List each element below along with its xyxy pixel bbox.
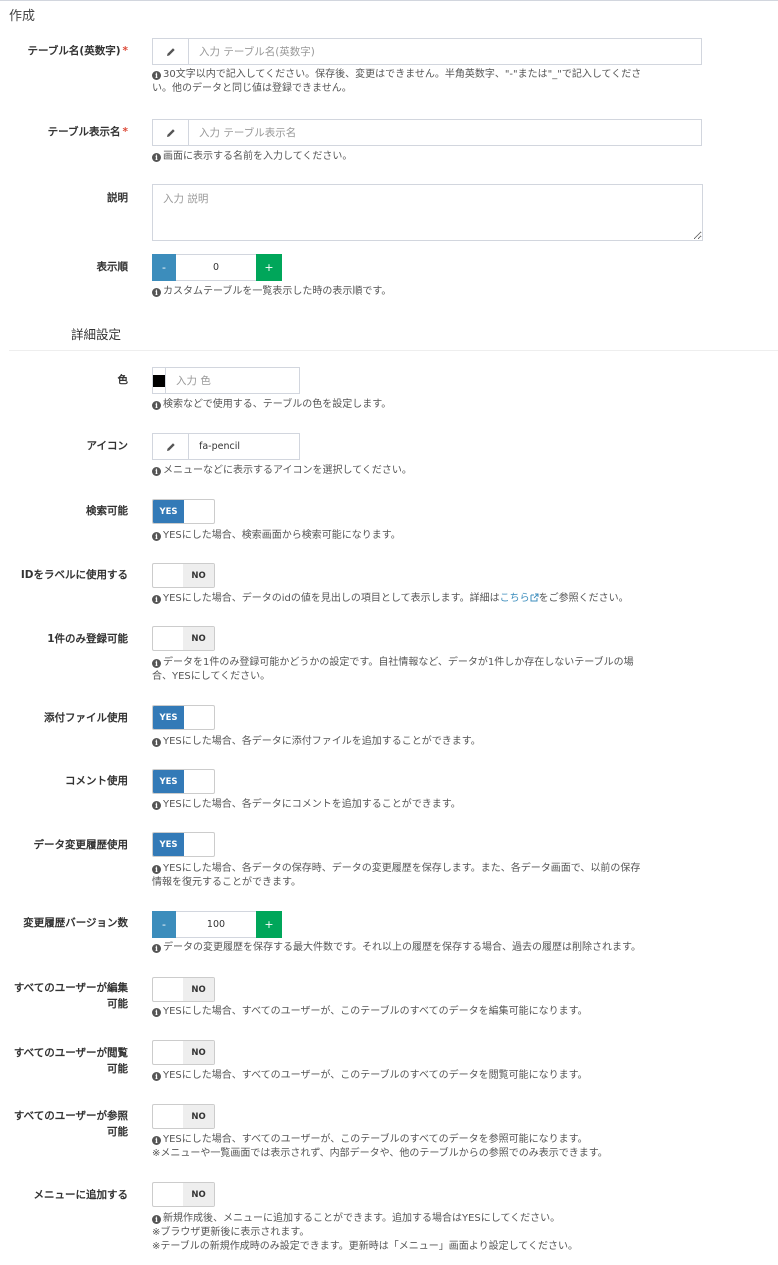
table-view-name-label: テーブル表示名 *: [47, 126, 129, 138]
toggle-yes: YES: [153, 706, 184, 729]
searchable-toggle[interactable]: YES: [152, 499, 215, 524]
info-icon: i: [152, 595, 161, 604]
order-help: i カスタムテーブルを一覧表示した時の表示順です。: [152, 285, 712, 299]
one-record-help: i データを1件のみ登録可能かどうかの設定です。自社情報など、データが1件しか存在…: [152, 657, 634, 682]
revision-label: データ変更履歴使用: [33, 839, 129, 851]
description-label: 説明: [107, 192, 128, 204]
color-label: 色: [117, 374, 129, 386]
revision-count-label: 変更履歴バージョン数: [23, 917, 128, 929]
toggle-yes: YES: [153, 500, 184, 523]
icon-input[interactable]: fa-pencil: [189, 434, 299, 459]
id-label-toggle[interactable]: NO: [152, 563, 215, 588]
attachment-toggle[interactable]: YES: [152, 705, 215, 730]
id-label-help: i YESにした場合、データのidの値を見出しの項目として表示します。詳細はこちら…: [152, 592, 712, 606]
info-icon: i: [152, 1136, 161, 1145]
order-value[interactable]: 0: [176, 254, 256, 281]
info-icon: i: [152, 1215, 161, 1224]
external-link-icon: [530, 593, 539, 602]
required-mark: *: [122, 45, 129, 57]
order-label: 表示順: [96, 261, 129, 273]
info-icon: i: [152, 801, 161, 810]
add-menu-help: i 新規作成後、メニューに追加することができます。追加する場合はYESにしてくださ…: [152, 1213, 578, 1252]
box-top-border: [0, 0, 778, 1]
order-plus-button[interactable]: +: [256, 254, 282, 281]
one-record-label: 1件のみ登録可能: [47, 633, 128, 645]
pencil-icon: [153, 434, 189, 459]
all-reference-toggle[interactable]: NO: [152, 1104, 215, 1129]
table-name-help: i 30文字以内で記入してください。保存後、変更はできません。半角英数字、"-"ま…: [152, 69, 642, 94]
revision-count-plus-button[interactable]: +: [256, 911, 282, 938]
help-link[interactable]: こちら: [500, 593, 530, 604]
icon-label: アイコン: [86, 440, 128, 452]
section-divider: [9, 350, 778, 351]
toggle-no: NO: [183, 1105, 214, 1128]
required-mark: *: [122, 126, 129, 138]
comment-help: i YESにした場合、各データにコメントを追加することができます。: [152, 798, 712, 812]
icon-help: i メニューなどに表示するアイコンを選択してください。: [152, 464, 712, 478]
table-name-input[interactable]: [189, 39, 701, 64]
toggle-no: NO: [183, 978, 214, 1001]
info-icon: i: [152, 659, 161, 668]
info-icon: i: [152, 153, 161, 162]
revision-count-minus-button[interactable]: -: [152, 911, 176, 938]
table-view-name-help: i 画面に表示する名前を入力してください。: [152, 150, 712, 164]
searchable-label: 検索可能: [86, 505, 128, 517]
table-view-name-input-group: [152, 119, 702, 146]
info-icon: i: [152, 71, 161, 80]
revision-help: i YESにした場合、各データの保存時、データの変更履歴を保存します。また、各デー…: [152, 863, 641, 888]
color-input[interactable]: [166, 368, 318, 393]
comment-label: コメント使用: [65, 775, 128, 787]
info-icon: i: [152, 401, 161, 410]
all-edit-label: すべてのユーザーが編集可能: [13, 982, 128, 1010]
color-swatch-icon: [153, 374, 165, 387]
id-label-label: IDをラベルに使用する: [20, 569, 128, 581]
toggle-no: NO: [183, 627, 214, 650]
all-reference-label: すべてのユーザーが参照可能: [13, 1110, 128, 1138]
icon-input-group: fa-pencil: [152, 433, 300, 460]
info-icon: i: [152, 1072, 161, 1081]
toggle-yes: YES: [153, 770, 184, 793]
toggle-no: NO: [183, 564, 214, 587]
toggle-no: NO: [183, 1041, 214, 1064]
info-icon: i: [152, 467, 161, 476]
table-view-name-input[interactable]: [189, 120, 701, 145]
table-name-label: テーブル名(英数字) *: [27, 45, 129, 57]
pencil-icon: [153, 39, 189, 64]
color-input-group: [152, 367, 318, 394]
toggle-yes: YES: [153, 833, 184, 856]
info-icon: i: [152, 738, 161, 747]
all-edit-toggle[interactable]: NO: [152, 977, 215, 1002]
revision-count-stepper: - 100 +: [152, 911, 282, 938]
info-icon: i: [152, 944, 161, 953]
revision-toggle[interactable]: YES: [152, 832, 215, 857]
one-record-toggle[interactable]: NO: [152, 626, 215, 651]
color-swatch-addon[interactable]: [153, 368, 166, 393]
add-menu-toggle[interactable]: NO: [152, 1182, 215, 1207]
order-minus-button[interactable]: -: [152, 254, 176, 281]
comment-toggle[interactable]: YES: [152, 769, 215, 794]
color-help: i 検索などで使用する、テーブルの色を設定します。: [152, 398, 712, 412]
detail-settings-heading: 詳細設定: [71, 327, 122, 342]
order-stepper: - 0 +: [152, 254, 282, 281]
all-view-toggle[interactable]: NO: [152, 1040, 215, 1065]
info-icon: i: [152, 532, 161, 541]
all-view-help: i YESにした場合、すべてのユーザーが、このテーブルのすべてのデータを閲覧可能に…: [152, 1069, 712, 1083]
attachment-label: 添付ファイル使用: [44, 712, 128, 724]
all-view-label: すべてのユーザーが閲覧可能: [13, 1047, 128, 1075]
pencil-icon: [153, 120, 189, 145]
revision-count-value[interactable]: 100: [176, 911, 256, 938]
all-reference-help: i YESにした場合、すべてのユーザーが、このテーブルのすべてのデータを参照可能に…: [152, 1134, 608, 1159]
box-title: 作成: [9, 9, 36, 24]
info-icon: i: [152, 865, 161, 874]
all-edit-help: i YESにした場合、すべてのユーザーが、このテーブルのすべてのデータを編集可能に…: [152, 1005, 712, 1019]
table-name-input-group: [152, 38, 702, 65]
toggle-no: NO: [183, 1183, 214, 1206]
info-icon: i: [152, 1008, 161, 1017]
searchable-help: i YESにした場合、検索画面から検索可能になります。: [152, 529, 712, 543]
revision-count-help: i データの変更履歴を保存する最大件数です。それ以上の履歴を保存する場合、過去の履…: [152, 941, 712, 955]
add-menu-label: メニューに追加する: [33, 1189, 129, 1201]
info-icon: i: [152, 288, 161, 297]
attachment-help: i YESにした場合、各データに添付ファイルを追加することができます。: [152, 735, 712, 749]
description-textarea[interactable]: [152, 184, 703, 241]
